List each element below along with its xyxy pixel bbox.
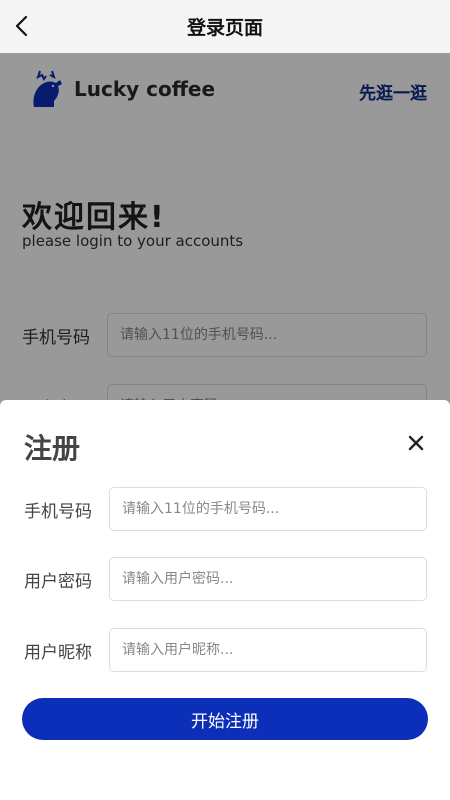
register-password-input[interactable] — [109, 557, 427, 601]
register-nickname-row: 用户昵称 — [24, 628, 427, 672]
start-register-button[interactable]: 开始注册 — [22, 698, 428, 740]
nav-bar: 登录页面 — [0, 0, 450, 53]
screen: 登录页面 Lucky coffee 先逛一逛 欢迎回来! please logi… — [0, 0, 450, 800]
close-icon[interactable] — [406, 433, 426, 453]
register-title: 注册 — [24, 432, 81, 465]
register-password-label: 用户密码 — [24, 571, 92, 592]
register-nickname-label: 用户昵称 — [24, 642, 92, 663]
register-password-row: 用户密码 — [24, 557, 427, 601]
register-phone-input[interactable] — [109, 487, 427, 531]
register-nickname-input[interactable] — [109, 628, 427, 672]
chevron-left-icon[interactable] — [10, 13, 36, 39]
page-title: 登录页面 — [186, 17, 263, 39]
register-sheet: 注册 手机号码 用户密码 用户昵称 开始注册 — [0, 400, 450, 800]
register-phone-label: 手机号码 — [24, 501, 92, 522]
register-phone-row: 手机号码 — [24, 487, 427, 531]
